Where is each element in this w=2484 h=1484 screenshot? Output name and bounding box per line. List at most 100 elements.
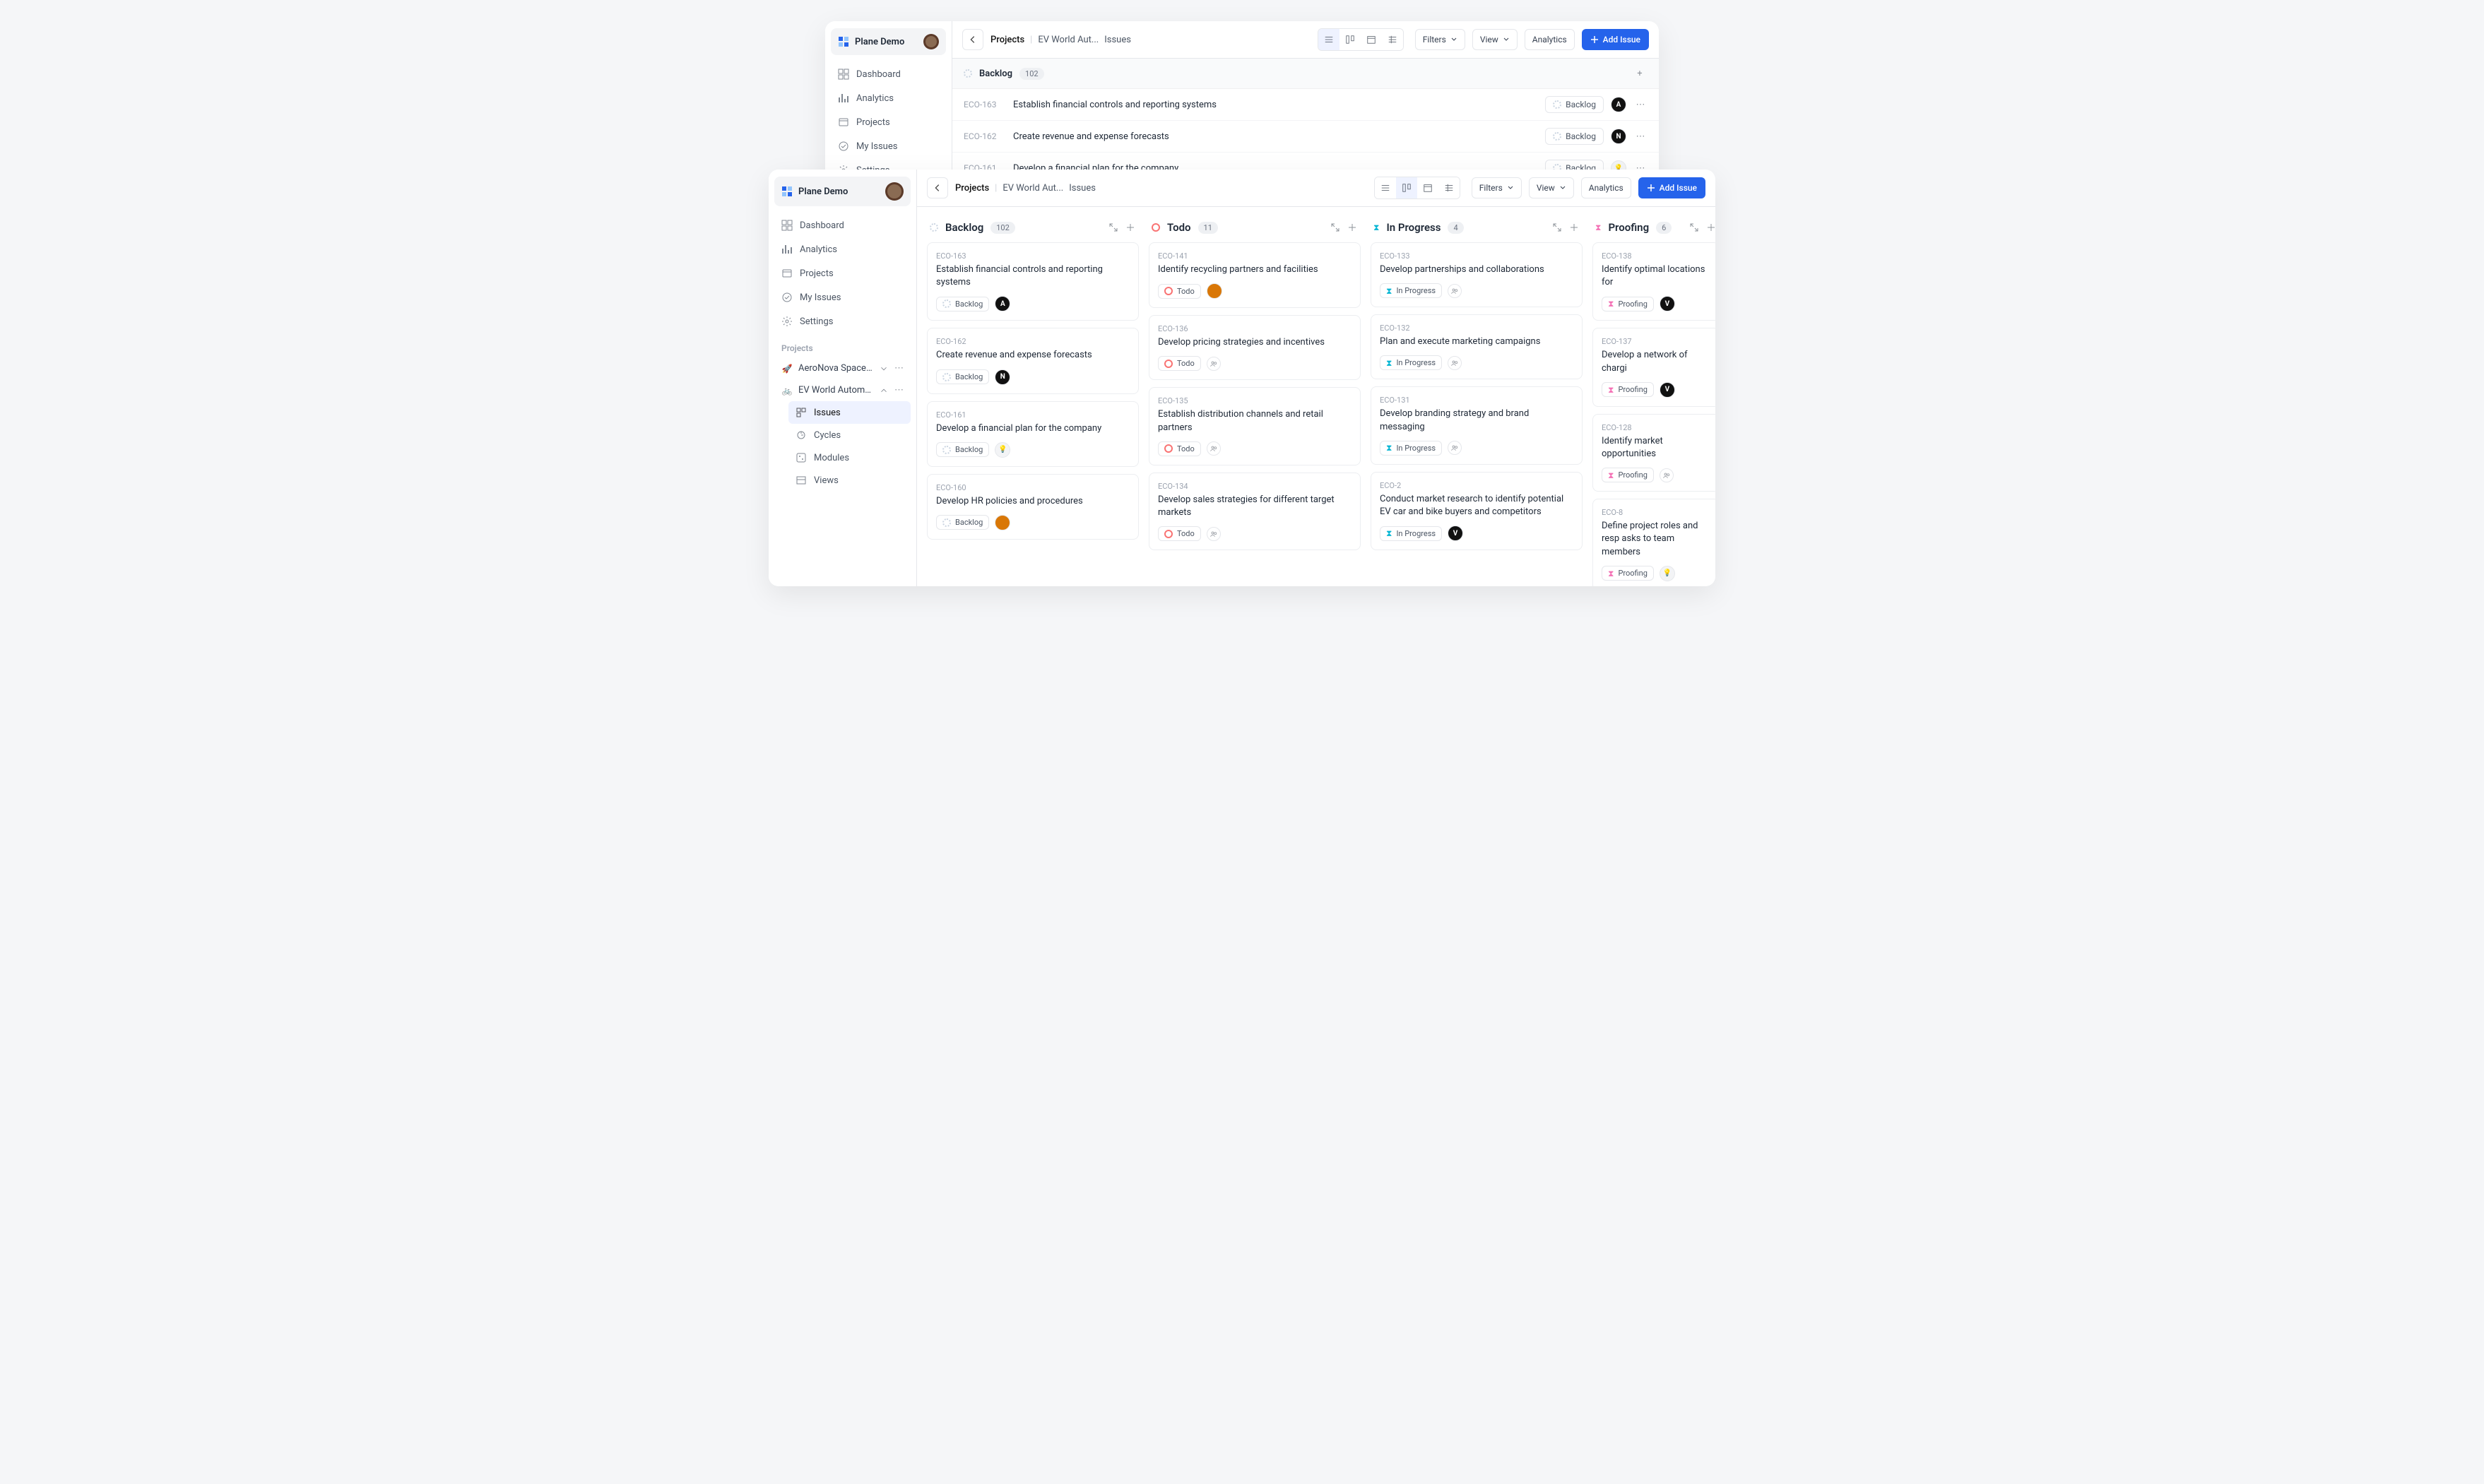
project-menu[interactable]: ⋯ <box>894 363 904 374</box>
kanban-card[interactable]: ECO-135Establish distribution channels a… <box>1149 387 1361 465</box>
breadcrumb-root[interactable]: Projects <box>990 35 1024 45</box>
add-card-icon[interactable] <box>1125 222 1136 233</box>
kanban-card[interactable]: ECO-163Establish financial controls and … <box>927 242 1139 321</box>
assignee-avatar[interactable]: V <box>1660 382 1675 398</box>
nav-my-issues[interactable]: My Issues <box>831 134 946 158</box>
back-button[interactable] <box>962 29 983 50</box>
view-button[interactable]: View <box>1529 177 1574 198</box>
nav-dashboard[interactable]: Dashboard <box>831 62 946 86</box>
state-pill[interactable]: Todo <box>1158 356 1201 371</box>
collapse-column-icon[interactable] <box>1551 222 1563 233</box>
subnav-cycles[interactable]: Cycles <box>788 424 911 446</box>
state-pill[interactable]: Todo <box>1158 441 1201 456</box>
add-issue-in-group[interactable]: + <box>1632 66 1648 81</box>
workspace-switcher[interactable]: Plane Demo <box>774 177 911 206</box>
state-pill[interactable]: Backlog <box>936 442 989 457</box>
state-pill[interactable]: Backlog <box>1545 128 1604 145</box>
assignee-avatar[interactable]: 💡 <box>1660 566 1675 581</box>
assignee-placeholder-icon[interactable] <box>1207 441 1221 456</box>
collapse-column-icon[interactable] <box>1688 222 1700 233</box>
issue-menu[interactable]: ⋯ <box>1633 131 1648 142</box>
nav-projects[interactable]: Projects <box>831 110 946 134</box>
assignee-avatar[interactable]: N <box>995 369 1010 385</box>
user-avatar[interactable] <box>923 34 939 49</box>
nav-my-issues[interactable]: My Issues <box>774 285 911 309</box>
issue-menu[interactable]: ⋯ <box>1633 100 1648 110</box>
state-pill[interactable]: Backlog <box>936 297 989 311</box>
assignee-placeholder-icon[interactable] <box>1660 468 1674 482</box>
layout-spreadsheet[interactable] <box>1382 29 1403 50</box>
state-pill[interactable]: Todo <box>1158 284 1201 299</box>
assignee-placeholder-icon[interactable] <box>1207 357 1221 371</box>
state-pill[interactable]: ⧗In Progress <box>1380 526 1442 541</box>
state-pill[interactable]: ⧗In Progress <box>1380 441 1442 456</box>
kanban-card[interactable]: ECO-128Identify market opportunities⧗Pro… <box>1592 414 1715 492</box>
filters-button[interactable]: Filters <box>1415 29 1465 50</box>
assignee-avatar[interactable]: A <box>995 296 1010 311</box>
nav-dashboard[interactable]: Dashboard <box>774 213 911 237</box>
add-issue-button[interactable]: Add Issue <box>1582 29 1649 50</box>
kanban-card[interactable]: ECO-2Conduct market research to identify… <box>1371 472 1583 550</box>
layout-kanban[interactable] <box>1396 177 1417 198</box>
assignee-avatar[interactable]: N <box>1611 129 1626 144</box>
assignee-avatar[interactable] <box>995 515 1010 530</box>
state-pill[interactable]: ⧗Proofing <box>1602 468 1654 482</box>
kanban-card[interactable]: ECO-131Develop branding strategy and bra… <box>1371 386 1583 464</box>
workspace-switcher[interactable]: Plane Demo <box>831 28 946 55</box>
chevron-down-icon[interactable] <box>879 364 889 374</box>
layout-calendar[interactable] <box>1361 29 1382 50</box>
add-issue-button[interactable]: Add Issue <box>1638 177 1705 198</box>
nav-analytics[interactable]: Analytics <box>831 86 946 110</box>
nav-projects[interactable]: Projects <box>774 261 911 285</box>
layout-list[interactable] <box>1375 177 1396 198</box>
back-button[interactable] <box>927 177 948 198</box>
assignee-avatar[interactable]: A <box>1611 97 1626 112</box>
analytics-button[interactable]: Analytics <box>1581 177 1631 198</box>
user-avatar[interactable] <box>885 182 904 201</box>
subnav-views[interactable]: Views <box>788 469 911 492</box>
add-card-icon[interactable] <box>1347 222 1358 233</box>
kanban-card[interactable]: ECO-132Plan and execute marketing campai… <box>1371 314 1583 379</box>
state-pill[interactable]: ⧗Proofing <box>1602 297 1654 311</box>
breadcrumb-project[interactable]: EV World Aut... <box>1003 183 1063 194</box>
layout-kanban[interactable] <box>1339 29 1361 50</box>
assignee-placeholder-icon[interactable] <box>1448 356 1462 370</box>
assignee-avatar[interactable]: V <box>1660 296 1675 311</box>
kanban-card[interactable]: ECO-141Identify recycling partners and f… <box>1149 242 1361 308</box>
state-pill[interactable]: Todo <box>1158 526 1201 541</box>
collapse-column-icon[interactable] <box>1330 222 1341 233</box>
nav-analytics[interactable]: Analytics <box>774 237 911 261</box>
state-pill[interactable]: ⧗Proofing <box>1602 382 1654 397</box>
issue-row[interactable]: ECO-163Establish financial controls and … <box>952 89 1659 121</box>
kanban-card[interactable]: ECO-137Develop a network of chargi⧗Proof… <box>1592 328 1715 406</box>
assignee-placeholder-icon[interactable] <box>1448 441 1462 455</box>
collapse-column-icon[interactable] <box>1108 222 1119 233</box>
assignee-placeholder-icon[interactable] <box>1448 284 1462 298</box>
assignee-avatar[interactable]: V <box>1448 526 1463 541</box>
layout-spreadsheet[interactable] <box>1438 177 1460 198</box>
add-card-icon[interactable] <box>1568 222 1580 233</box>
analytics-button[interactable]: Analytics <box>1525 29 1575 50</box>
add-card-icon[interactable] <box>1705 222 1715 233</box>
layout-list[interactable] <box>1318 29 1339 50</box>
sidebar-project-aeronova[interactable]: 🚀 AeroNova Space Techn… ⋯ <box>774 357 911 379</box>
state-pill[interactable]: ⧗In Progress <box>1380 355 1442 370</box>
nav-settings[interactable]: Settings <box>774 309 911 333</box>
project-menu[interactable]: ⋯ <box>894 385 904 396</box>
kanban-card[interactable]: ECO-138Identify optimal locations for⧗Pr… <box>1592 242 1715 321</box>
kanban-card[interactable]: ECO-136Develop pricing strategies and in… <box>1149 315 1361 380</box>
sidebar-project-evworld[interactable]: 🚲 EV World Automobiles ⋯ <box>774 379 911 401</box>
state-pill[interactable]: Backlog <box>936 515 989 530</box>
filters-button[interactable]: Filters <box>1472 177 1522 198</box>
kanban-card[interactable]: ECO-162Create revenue and expense foreca… <box>927 328 1139 393</box>
subnav-issues[interactable]: Issues <box>788 401 911 424</box>
kanban-card[interactable]: ECO-134Develop sales strategies for diff… <box>1149 473 1361 550</box>
view-button[interactable]: View <box>1472 29 1518 50</box>
kanban-card[interactable]: ECO-160Develop HR policies and procedure… <box>927 474 1139 540</box>
breadcrumb-project[interactable]: EV World Aut... <box>1038 35 1099 45</box>
kanban-card[interactable]: ECO-8Define project roles and resp asks … <box>1592 499 1715 586</box>
chevron-up-icon[interactable] <box>879 386 889 396</box>
state-pill[interactable]: Backlog <box>936 369 989 384</box>
breadcrumb-root[interactable]: Projects <box>955 183 989 194</box>
assignee-avatar[interactable]: 💡 <box>995 442 1010 458</box>
